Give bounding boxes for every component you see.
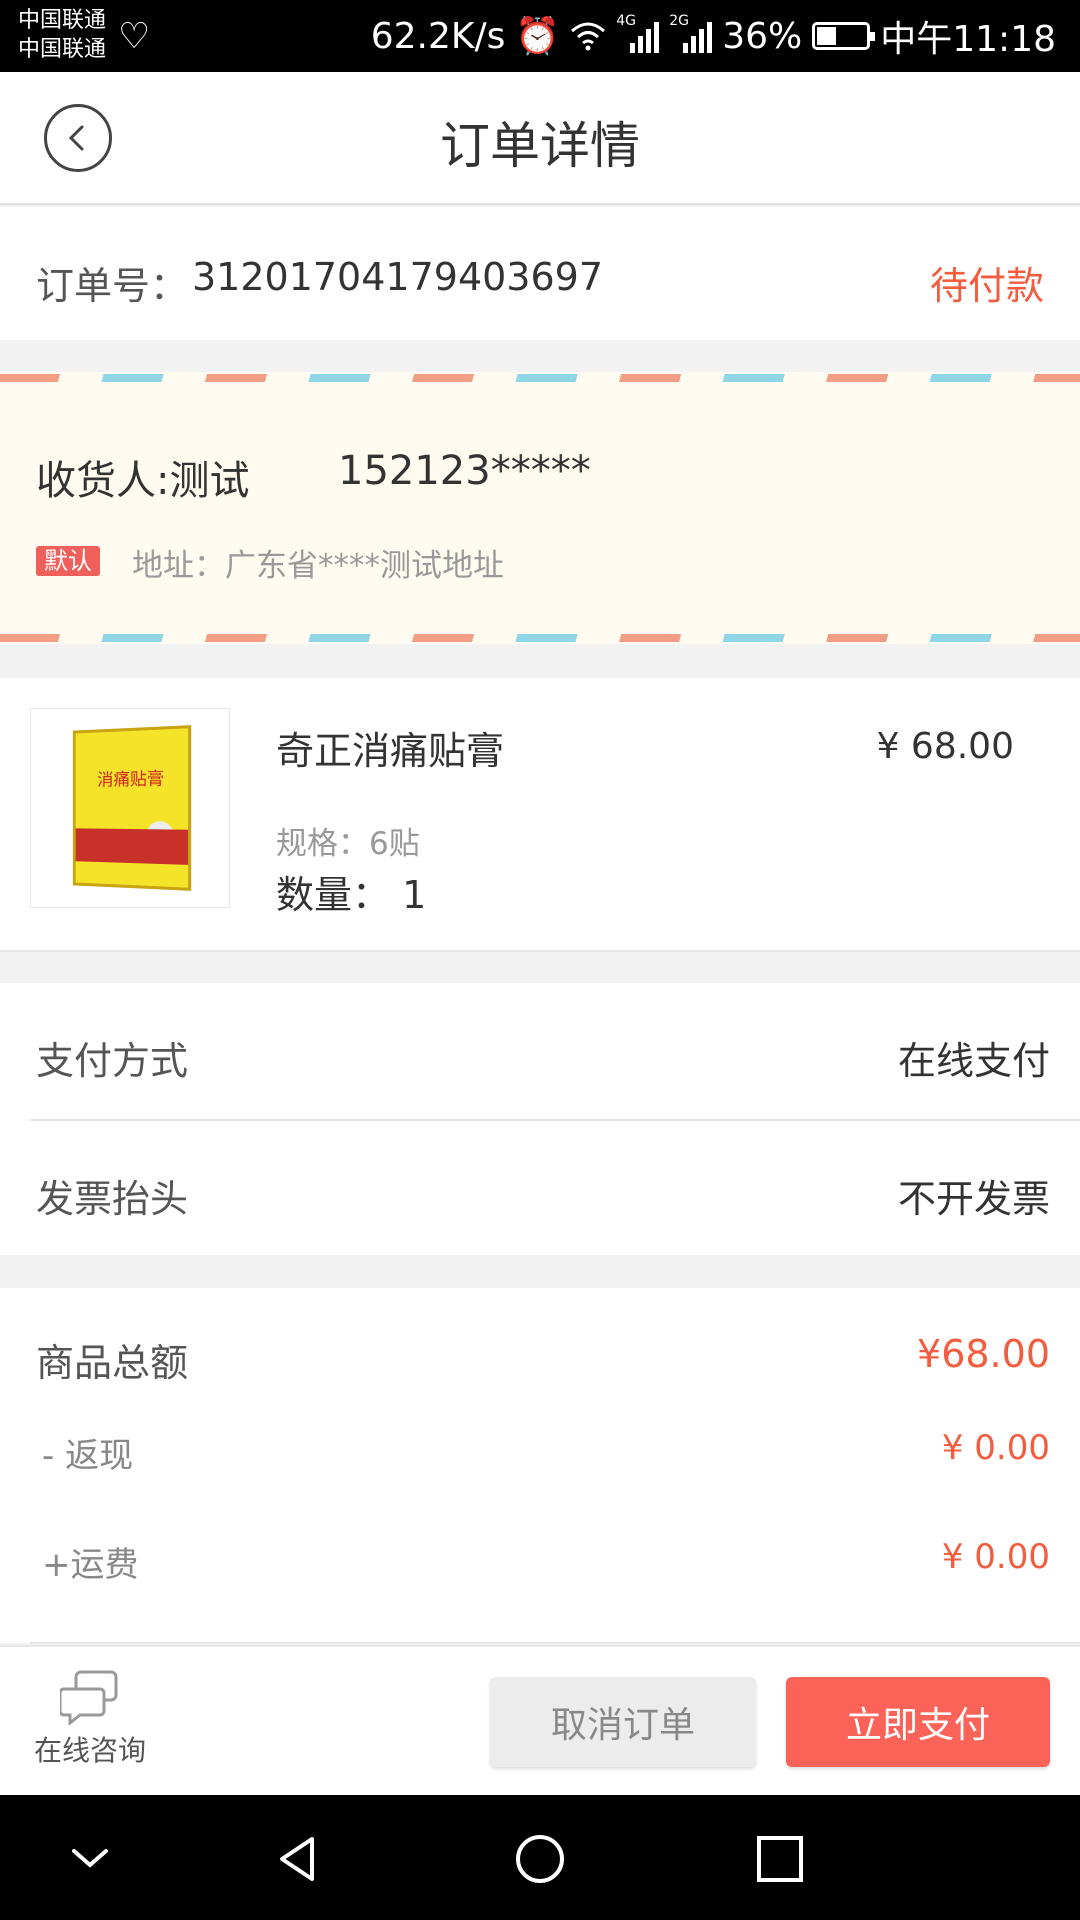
clock: 中午11:18 xyxy=(880,19,1056,60)
product-name: 奇正消痛贴膏 xyxy=(276,729,505,773)
carrier-2: 中国联通 xyxy=(18,37,107,62)
payment-info: 支付方式 在线支付 发票抬头 不开发票 xyxy=(0,983,1080,1255)
signal-2g-icon: 2G xyxy=(669,13,713,53)
order-number: 312017041794036‍97 xyxy=(192,255,604,299)
receiver-name: 收货人:测试 xyxy=(36,458,250,504)
cancel-order-button[interactable]: 取消订单 xyxy=(490,1677,756,1767)
product-box-illustration: 消痛贴膏 xyxy=(72,725,192,891)
pay-now-button[interactable]: 立即支付 xyxy=(786,1677,1050,1767)
shipping-value: ¥ 0.00 xyxy=(941,1537,1050,1577)
price-summary: 商品总额 ¥68.00 - 返现 ¥ 0.00 +运费 ¥ 0.00 xyxy=(0,1288,1080,1644)
back-nav-icon[interactable] xyxy=(272,1833,324,1885)
status-bar: 中国联通 中国联通 ♡ 62.2K/s ⏰ 4G 2G 36% 中午11:18 xyxy=(0,0,1080,72)
envelope-stripe-bottom xyxy=(0,634,1080,642)
recents-nav-icon[interactable] xyxy=(754,1833,806,1885)
default-badge: 默认 xyxy=(36,546,100,576)
alarm-icon: ⏰ xyxy=(515,16,561,57)
chat-icon xyxy=(60,1670,118,1725)
invoice-row[interactable]: 发票抬头 不开发票 xyxy=(30,1119,1080,1255)
hide-keyboard-icon[interactable] xyxy=(64,1833,116,1885)
summary-divider xyxy=(30,1642,1080,1644)
online-consult-button[interactable]: 在线咨询 xyxy=(28,1669,152,1769)
heart-rate-icon: ♡ xyxy=(118,16,151,57)
payment-method-value: 在线支付 xyxy=(897,1039,1050,1083)
product-item[interactable]: 消痛贴膏 奇正消痛贴膏 ¥ 68.00 规格：6贴 数量： 1 xyxy=(0,678,1080,952)
product-quantity: 数量： 1 xyxy=(276,873,427,917)
battery-icon xyxy=(812,22,876,50)
invoice-value: 不开发票 xyxy=(897,1177,1050,1221)
wifi-icon xyxy=(571,22,606,51)
signal-4g-icon: 4G xyxy=(616,13,660,53)
product-spec: 规格：6贴 xyxy=(276,826,420,862)
address-text: 地址：广东省****测试地址 xyxy=(132,548,504,584)
network-speed: 62.2K/s xyxy=(370,15,506,57)
product-price: ¥ 68.00 xyxy=(876,726,1014,767)
battery-percent: 36% xyxy=(722,15,803,57)
home-nav-icon[interactable] xyxy=(514,1833,566,1885)
carrier-info: 中国联通 中国联通 xyxy=(18,6,106,64)
goods-total-label: 商品总额 xyxy=(36,1341,189,1385)
order-status: 待付款 xyxy=(929,264,1044,308)
goods-total-value: ¥68.00 xyxy=(917,1332,1050,1376)
navigation-bar xyxy=(0,1795,1080,1920)
page-title: 订单详情 xyxy=(440,117,640,175)
payment-method-label: 支付方式 xyxy=(36,1039,189,1083)
header: 订单详情 xyxy=(0,72,1080,205)
order-number-label: 订单号： xyxy=(36,264,189,308)
address-card[interactable]: 收货人:测试 152123***** 默认 地址：广东省****测试地址 xyxy=(0,372,1080,644)
payment-method-row[interactable]: 支付方式 在线支付 xyxy=(30,983,1080,1119)
online-consult-label: 在线咨询 xyxy=(33,1734,146,1767)
envelope-stripe-top xyxy=(0,374,1080,382)
order-number-row: 订单号： 312017041794036‍97 待付款 xyxy=(0,207,1080,340)
cashback-value: ¥ 0.00 xyxy=(941,1428,1050,1468)
product-image[interactable]: 消痛贴膏 xyxy=(30,708,230,908)
receiver-phone: 152123***** xyxy=(338,448,591,494)
cashback-label: - 返现 xyxy=(42,1436,134,1476)
action-bar: 在线咨询 取消订单 立即支付 xyxy=(0,1645,1080,1795)
carrier-1: 中国联通 xyxy=(18,8,107,33)
shipping-label: +运费 xyxy=(42,1545,139,1585)
invoice-label: 发票抬头 xyxy=(36,1177,189,1221)
